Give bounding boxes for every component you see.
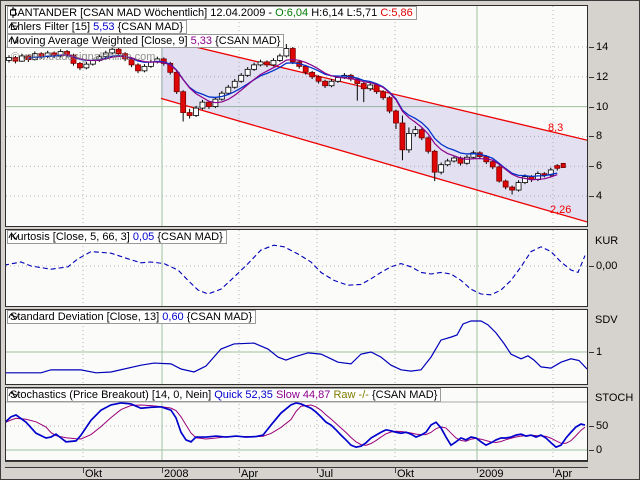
legend-text: 5,53 [93, 21, 114, 33]
value-axis-tick [589, 196, 594, 197]
chart-window: © www.tradesignalonline.com 8,3 2,26 SANTA… [0, 0, 640, 480]
value-axis-tick [589, 450, 594, 451]
panel-main-chart[interactable]: © www.tradesignalonline.com 8,3 2,26 SANTA… [5, 5, 588, 227]
curve-icon [8, 231, 18, 242]
legend-text: {CSAN MAD} [154, 231, 222, 243]
channel-label-lower: 2,26 [550, 204, 571, 216]
legend-moving-average-weighted[interactable]: Moving Average Weighted [Close, 9] 5,33 … [7, 34, 284, 48]
legend-text: Moving Average Weighted [Close, 9] [10, 35, 191, 47]
legend-standard-deviation[interactable]: Standard Deviation [Close, 13] 0,60 {CSA… [7, 310, 256, 324]
panel-standard-deviation[interactable]: Standard Deviation [Close, 13] 0,60 {CSA… [5, 309, 588, 385]
value-axis-tick-label: 1 [596, 346, 602, 358]
legend-text: Standard Deviation [Close, 13] [10, 311, 162, 323]
watermark: © www.tradesignalonline.com [11, 51, 155, 63]
value-axis-tick-label: 14 [596, 41, 608, 53]
value-axis-tick [589, 266, 594, 267]
curve-icon [8, 311, 18, 322]
time-axis-tick [239, 468, 240, 473]
legend-text: 5,33 [191, 35, 212, 47]
legend-kurtosis[interactable]: Kurtosis [Close, 5, 66, 3] 0,05 {CSAN MA… [7, 230, 227, 244]
value-axis-tick [589, 47, 594, 48]
candlestick-icon [8, 7, 18, 18]
time-axis-bar[interactable] [5, 461, 588, 468]
value-axis-tick [589, 136, 594, 137]
legend-text: O:6,04 [275, 7, 308, 19]
panel-stochastics[interactable]: Stochastics (Price Breakout) [14, 0, Nei… [5, 387, 588, 461]
value-axis-tick [589, 166, 594, 167]
legend-text: 0,60 [162, 311, 183, 323]
value-axis-tick [589, 426, 594, 427]
time-axis-tick-label: Okt [85, 468, 102, 480]
value-axis-tick [589, 77, 594, 78]
value-axis-tick-label: 4 [596, 190, 602, 202]
legend-text: Slow 44,87 [276, 389, 330, 401]
kur-axis-label: KUR [595, 235, 618, 247]
legend-text: {CSAN MAD} [184, 311, 252, 323]
curve-icon [8, 21, 18, 32]
value-axis-tick-label: 6 [596, 160, 602, 172]
time-axis-tick [162, 468, 163, 473]
legend-text: Kurtosis [Close, 5, 66, 3] [10, 231, 133, 243]
time-axis-tick-label: Apr [555, 468, 572, 480]
time-axis-tick-label: Apr [241, 468, 258, 480]
sdv-axis-label: SDV [595, 314, 618, 326]
stoch-axis-label: STOCH [595, 392, 633, 404]
legend-instrument[interactable]: SANTANDER [CSAN MAD Wöchentlich] 12.04.2… [7, 6, 417, 20]
value-axis-tick-label: 12 [596, 71, 608, 83]
legend-text: Quick 52,35 [214, 389, 273, 401]
legend-stochastics[interactable]: Stochastics (Price Breakout) [14, 0, Nei… [7, 388, 441, 402]
value-axis-tick [589, 352, 594, 353]
time-axis-tick [83, 468, 84, 473]
legend-text: {CSAN MAD} [115, 21, 183, 33]
time-axis-tick [477, 468, 478, 473]
legend-text: H:6,14 L:5,71 [308, 7, 380, 19]
legend-text: C:5,86 [380, 7, 412, 19]
time-axis-tick-label: 2008 [164, 468, 188, 480]
value-axis-tick-label: 50 [596, 420, 608, 432]
legend-text: {CSAN MAD} [369, 389, 437, 401]
time-axis-tick [317, 468, 318, 473]
time-axis-tick [395, 468, 396, 473]
value-axis-tick-label: 10 [596, 101, 608, 113]
panel-kurtosis[interactable]: Kurtosis [Close, 5, 66, 3] 0,05 {CSAN MA… [5, 229, 588, 307]
legend-text: SANTANDER [CSAN MAD Wöchentlich] 12.04.2… [10, 7, 275, 19]
curve-icon [8, 35, 18, 46]
time-axis-tick-label: Okt [397, 468, 414, 480]
value-axis-tick-label: 0,00 [596, 260, 617, 272]
legend-ehlers-filter[interactable]: Ehlers Filter [15] 5,53 {CSAN MAD} [7, 20, 187, 34]
time-axis-tick [553, 468, 554, 473]
time-axis-tick-label: 2009 [479, 468, 503, 480]
legend-text: Raw -/- [333, 389, 368, 401]
value-axis-tick-label: 0 [596, 444, 602, 456]
value-axis-tick [589, 107, 594, 108]
legend-text: Ehlers Filter [15] [10, 21, 93, 33]
legend-text: Stochastics (Price Breakout) [14, 0, Nei… [10, 389, 214, 401]
channel-label-upper: 8,3 [548, 122, 563, 134]
legend-text: {CSAN MAD} [212, 35, 280, 47]
curve-icon [8, 389, 18, 400]
time-axis-tick-label: Jul [319, 468, 333, 480]
legend-text: 0,05 [133, 231, 154, 243]
value-axis-tick-label: 8 [596, 130, 602, 142]
